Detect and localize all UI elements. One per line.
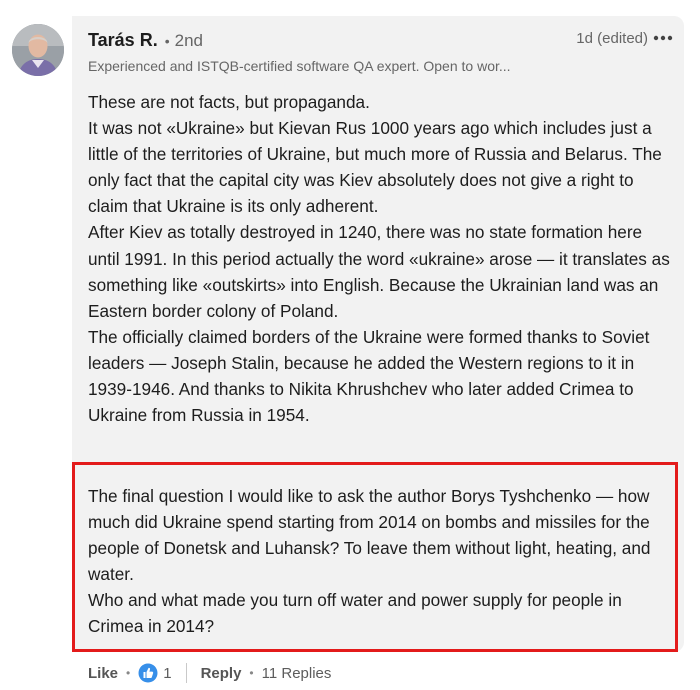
more-options-button[interactable] <box>650 26 676 50</box>
comment-body: These are not facts, but propaganda. It … <box>88 89 676 428</box>
comment-timestamp: 1d (edited) <box>576 30 648 47</box>
highlighted-question: The final question I would like to ask t… <box>88 483 676 640</box>
comment-paragraph: These are not facts, but propaganda. <box>88 92 370 112</box>
replies-link[interactable]: 11 Replies <box>262 665 332 682</box>
author-headline: Experienced and ISTQB-certified software… <box>88 58 511 74</box>
connection-degree: 2nd <box>165 31 203 51</box>
avatar[interactable] <box>12 24 64 76</box>
question-paragraph: Who and what made you turn off water and… <box>88 590 622 637</box>
like-thumb-icon[interactable] <box>138 663 158 683</box>
avatar-photo <box>12 24 64 76</box>
comment-actions: Like • 1 Reply • 11 Replies <box>88 660 331 686</box>
comment-paragraph: After Kiev as totally destroyed in 1240,… <box>88 222 670 321</box>
comment-paragraph: The officially claimed borders of the Uk… <box>88 326 650 426</box>
separator-dot: • <box>249 666 254 680</box>
question-paragraph: The final question I would like to ask t… <box>88 486 651 585</box>
reply-button[interactable]: Reply <box>201 665 242 682</box>
separator-dot: • <box>126 666 131 680</box>
like-button[interactable]: Like <box>88 665 118 682</box>
comment-paragraph: It was not «Ukraine» but Kievan Rus 1000… <box>88 118 662 217</box>
reaction-count[interactable]: 1 <box>163 665 171 682</box>
more-horizontal-icon <box>653 35 673 41</box>
comment-header: Tarás R. 2nd <box>88 30 203 51</box>
action-divider <box>185 663 187 683</box>
author-name[interactable]: Tarás R. <box>88 30 158 51</box>
